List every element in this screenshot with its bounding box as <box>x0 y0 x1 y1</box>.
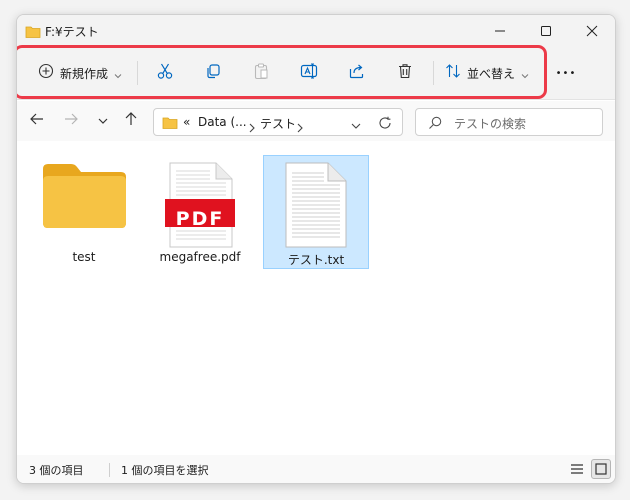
back-button[interactable] <box>25 109 49 133</box>
item-count: 3 個の項目 <box>29 464 84 477</box>
forward-button[interactable] <box>59 109 83 133</box>
file-list: test PDF megafree.pdf テスト.txt <box>17 143 615 455</box>
tile-view-icon <box>595 460 607 479</box>
breadcrumb-data-drive[interactable]: Data (... <box>198 115 247 129</box>
chevron-down-icon <box>97 112 109 131</box>
toolbar-highlight-frame <box>17 45 547 99</box>
breadcrumb-test-folder[interactable]: テスト <box>260 115 296 132</box>
refresh-icon[interactable] <box>378 115 392 134</box>
pdf-file-icon: PDF <box>147 161 253 249</box>
search-icon <box>428 115 442 134</box>
text-file-icon <box>263 161 369 249</box>
folder-icon <box>162 115 178 134</box>
maximize-button[interactable] <box>523 15 569 47</box>
recent-locations-button[interactable] <box>91 109 115 133</box>
chevron-down-icon[interactable] <box>350 117 362 136</box>
close-button[interactable] <box>569 15 615 47</box>
file-item-megafree-pdf[interactable]: PDF megafree.pdf <box>147 155 253 269</box>
arrow-right-icon <box>63 111 79 131</box>
file-name: megafree.pdf <box>159 250 241 264</box>
search-placeholder: テストの検索 <box>454 117 527 131</box>
minimize-button[interactable] <box>477 15 523 47</box>
navigation-bar: « Data (... テスト テストの検索 <box>17 101 615 141</box>
chevron-right-icon <box>248 118 256 137</box>
list-view-icon <box>570 460 584 479</box>
breadcrumb-overflow[interactable]: « <box>183 115 190 129</box>
file-name: テスト.txt <box>287 253 345 267</box>
file-item-test-txt[interactable]: テスト.txt <box>263 155 369 269</box>
status-bar: 3 個の項目 1 個の項目を選択 <box>17 455 615 483</box>
arrow-left-icon <box>29 111 45 131</box>
large-icons-view-button[interactable] <box>591 459 611 479</box>
selection-count: 1 個の項目を選択 <box>121 464 209 477</box>
status-separator <box>109 463 110 477</box>
folder-icon <box>25 24 41 43</box>
window-title: F:¥テスト <box>45 25 99 39</box>
title-bar: F:¥テスト <box>17 15 615 47</box>
more-options-button[interactable]: ••• <box>551 57 581 89</box>
details-view-button[interactable] <box>567 459 587 479</box>
folder-icon <box>31 161 137 231</box>
chevron-right-icon <box>296 118 304 137</box>
up-button[interactable] <box>119 109 143 133</box>
address-bar[interactable]: « Data (... テスト <box>153 108 403 136</box>
file-item-test-folder[interactable]: test <box>31 155 137 269</box>
file-name: test <box>72 250 96 264</box>
pdf-badge-label: PDF <box>175 208 225 230</box>
arrow-up-icon <box>123 111 139 131</box>
search-box[interactable]: テストの検索 <box>415 108 603 136</box>
explorer-window: F:¥テスト 新規作成 並べ替え ••• « Data (... テスト テスト… <box>16 14 616 484</box>
